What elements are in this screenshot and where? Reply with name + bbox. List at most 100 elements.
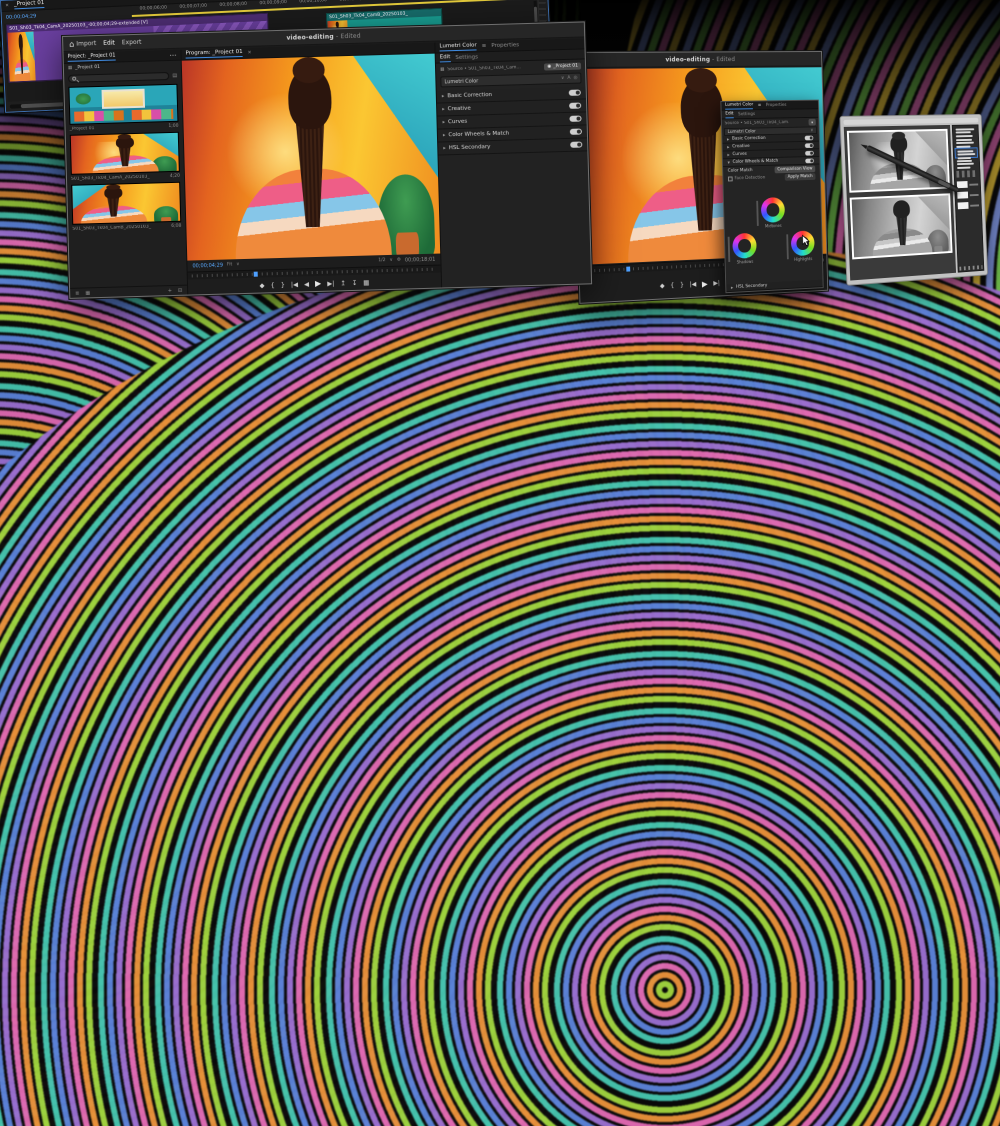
photoshop-window[interactable]: [839, 114, 988, 286]
premiere-window-main[interactable]: ⌂ Import Edit Export video-editing - Edi…: [62, 21, 592, 299]
menu-edit[interactable]: Edit: [103, 39, 115, 46]
titlebar[interactable]: video-editing - Edited: [574, 52, 822, 68]
panel-menu-icon[interactable]: ≡: [482, 43, 487, 49]
apply-match-button[interactable]: Apply Match: [785, 173, 816, 181]
tab-project[interactable]: Project: _Project 01: [68, 53, 116, 62]
search-input[interactable]: [68, 72, 169, 83]
tab-program[interactable]: Program: _Project 01: [185, 49, 242, 59]
program-video-frame: [182, 54, 440, 261]
bin-item[interactable]: S01_Sh03_Tk04_CamA_20250103_ 4;20: [70, 132, 180, 183]
section-toggle[interactable]: [805, 135, 814, 140]
eye-icon[interactable]: ◎: [573, 76, 577, 81]
new-item-icon[interactable]: +: [168, 288, 172, 294]
layer-row[interactable]: [958, 202, 980, 210]
more-options-icon[interactable]: •••: [169, 52, 176, 57]
midtones-wheel[interactable]: [761, 197, 785, 223]
step-forward-icon[interactable]: ▶|: [713, 279, 720, 287]
tab-lumetri-color[interactable]: Lumetri Color: [439, 42, 476, 51]
premiere-window-back[interactable]: video-editing - Edited ◆ { } |◀ ▶ ▶| ↥ ↧…: [573, 51, 829, 304]
section-hsl-secondary[interactable]: ▸ HSL Secondary: [438, 138, 587, 155]
marker-icon[interactable]: ◆: [259, 281, 264, 289]
tab-properties[interactable]: Properties: [491, 42, 519, 49]
panel-icons-row: [956, 170, 978, 177]
grid-view-icon[interactable]: ▦: [68, 66, 72, 71]
section-toggle[interactable]: [569, 116, 581, 122]
delete-icon[interactable]: ⊟: [178, 287, 182, 293]
tab-properties[interactable]: Properties: [766, 102, 787, 107]
auto-icon[interactable]: A: [567, 76, 570, 81]
clip-selector-chip[interactable]: ▾: [808, 119, 815, 126]
section-toggle[interactable]: [570, 129, 582, 135]
section-hsl-secondary[interactable]: ▸ HSL Secondary: [726, 280, 823, 293]
layer-row[interactable]: [957, 181, 979, 189]
bin-item[interactable]: S01_Sh03_Tk04_CamB_20250103_ 6;08: [71, 182, 181, 233]
mark-in-icon[interactable]: {: [270, 281, 274, 289]
list-view-icon[interactable]: ≣: [75, 290, 79, 296]
shadows-wheel[interactable]: [732, 233, 757, 259]
play-icon[interactable]: ▶: [315, 279, 321, 288]
highlights-level-slider[interactable]: [786, 234, 788, 259]
ruler-label: 00;00;06;00: [139, 5, 167, 11]
brush-preset[interactable]: [955, 158, 978, 169]
playhead-marker[interactable]: [253, 272, 257, 277]
step-back-icon[interactable]: |◀: [291, 280, 298, 288]
face-detection-checkbox[interactable]: [728, 176, 733, 181]
subtab-edit[interactable]: Edit: [440, 54, 451, 62]
project-chip-button[interactable]: ◉ _Project 01: [544, 63, 581, 71]
midtones-level-slider[interactable]: [756, 201, 758, 226]
section-label: Color Wheels & Match: [733, 159, 779, 165]
subtab-settings[interactable]: Settings: [738, 112, 755, 117]
brush-preset-selected[interactable]: [955, 147, 978, 158]
marker-icon[interactable]: ◆: [660, 282, 665, 290]
step-back-icon[interactable]: |◀: [689, 280, 696, 288]
mark-in-icon[interactable]: {: [670, 281, 674, 289]
settings-wrench-icon[interactable]: ⚙: [397, 258, 401, 263]
section-toggle[interactable]: [570, 142, 582, 148]
preset-select[interactable]: Lumetri Color: [444, 78, 478, 85]
storyboard-frame[interactable]: [850, 193, 953, 259]
mark-out-icon[interactable]: }: [281, 280, 285, 288]
play-icon[interactable]: ▶: [702, 279, 708, 288]
bin-item-duration: 1;00: [168, 123, 178, 128]
section-label: Color Wheels & Match: [448, 131, 509, 139]
fit-dropdown[interactable]: Fit: [227, 262, 232, 267]
playhead-marker[interactable]: [626, 267, 630, 272]
section-toggle[interactable]: [805, 143, 814, 148]
close-icon[interactable]: ✕: [248, 50, 252, 55]
brush-preset[interactable]: [954, 137, 977, 148]
color-match-label: Color Match: [728, 168, 753, 174]
section-toggle[interactable]: [805, 158, 814, 163]
menu-export[interactable]: Export: [122, 38, 142, 46]
comparison-view-button[interactable]: Comparison View: [774, 165, 815, 173]
section-toggle[interactable]: [569, 103, 581, 109]
tab-lumetri-color[interactable]: Lumetri Color: [725, 102, 753, 109]
subtab-edit[interactable]: Edit: [725, 111, 733, 118]
close-icon[interactable]: ✕: [5, 3, 9, 8]
section-toggle[interactable]: [805, 150, 814, 155]
timecode-current[interactable]: 00;00;04;29: [192, 262, 223, 269]
section-toggle[interactable]: [569, 90, 581, 96]
shadows-level-slider[interactable]: [728, 237, 731, 262]
tab-sequence[interactable]: _Project 01: [14, 0, 45, 9]
panel-menu-icon[interactable]: ≡: [758, 103, 762, 108]
menu-import[interactable]: Import: [76, 40, 96, 48]
resolution-dropdown[interactable]: 1/2: [378, 258, 385, 263]
preset-select[interactable]: Lumetri Color: [728, 129, 756, 134]
timeline-timecode[interactable]: 00;00;04;29: [2, 13, 41, 21]
subtab-settings[interactable]: Settings: [455, 54, 478, 61]
section-label: Basic Correction: [447, 92, 492, 99]
export-frame-icon[interactable]: ▦: [363, 278, 369, 286]
extract-icon[interactable]: ↧: [352, 278, 358, 286]
layer-row[interactable]: [957, 191, 979, 199]
back-icon[interactable]: ◀: [304, 280, 309, 288]
source-clip-label[interactable]: Source • S01_Sh03_Tk04_Cam…: [447, 65, 521, 72]
grid-view-icon[interactable]: ▦: [85, 290, 90, 296]
source-clip-label[interactable]: Source • S01_Sh03_Tk04_Cam…: [725, 120, 789, 126]
new-folder-icon[interactable]: ▤: [172, 73, 177, 79]
bin-breadcrumb[interactable]: _Project 01: [75, 65, 100, 71]
step-forward-icon[interactable]: ▶|: [327, 279, 334, 287]
bin-item[interactable]: _Project 01 1;00: [68, 84, 178, 133]
lift-icon[interactable]: ↥: [340, 279, 346, 287]
mark-out-icon[interactable]: }: [680, 281, 684, 289]
brush-preset[interactable]: [954, 126, 977, 137]
